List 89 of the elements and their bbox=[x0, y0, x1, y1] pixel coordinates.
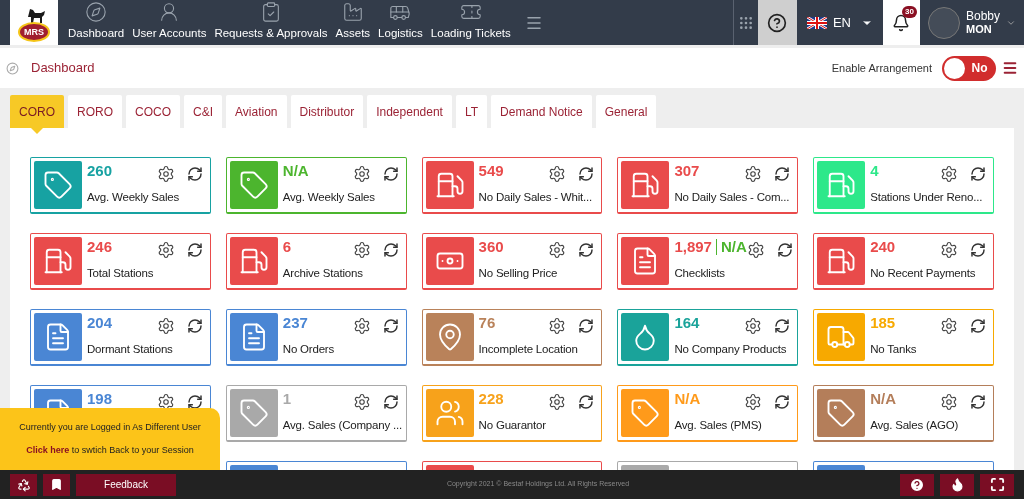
tab[interactable]: LT bbox=[455, 95, 488, 128]
language-selector[interactable]: EN bbox=[796, 0, 883, 45]
stat-label: No Tanks bbox=[870, 341, 918, 357]
stat-label: Archive Stations bbox=[282, 265, 364, 281]
stat-label: No Selling Price bbox=[478, 265, 559, 281]
nav-link[interactable]: Loading Tickets bbox=[426, 0, 515, 45]
stat-card[interactable]: 164 No Company Products bbox=[617, 309, 799, 366]
stat-value: 549 bbox=[478, 161, 504, 181]
stat-value: 198 bbox=[87, 389, 113, 409]
stat-label: Avg. Weekly Sales bbox=[87, 189, 181, 205]
stat-card[interactable]: 228 No Guarantor bbox=[421, 385, 603, 442]
stat-card[interactable]: 1,897 N/A Checklists bbox=[617, 233, 799, 290]
breadcrumb[interactable]: Dashboard bbox=[31, 58, 95, 78]
stat-value: 260 bbox=[87, 161, 113, 181]
stat-label: Checklists bbox=[674, 265, 726, 281]
stat-card[interactable]: 240 No Recent Payments bbox=[813, 233, 994, 290]
stat-extra-value: N/A bbox=[720, 237, 747, 257]
stat-value: N/A bbox=[870, 389, 897, 409]
tab[interactable]: Distributor bbox=[290, 95, 364, 128]
stat-card[interactable]: 307 No Daily Sales - Com... bbox=[617, 157, 799, 214]
nav-link[interactable]: Dashboard bbox=[64, 0, 129, 45]
stat-label: No Guarantor bbox=[478, 417, 547, 433]
stat-value: 204 bbox=[87, 313, 113, 333]
stat-value: 6 bbox=[282, 237, 292, 257]
stat-card[interactable]: 246 Total Stations bbox=[30, 233, 211, 290]
arrangement-label: Enable Arrangement bbox=[831, 60, 932, 76]
tab[interactable]: C&I bbox=[184, 95, 222, 128]
stat-label: Total Stations bbox=[87, 265, 155, 281]
stat-card[interactable]: 1 Avg. Sales (Company ... bbox=[225, 385, 407, 442]
tab[interactable]: Independent bbox=[367, 95, 452, 128]
stat-value: 4 bbox=[870, 161, 879, 181]
stat-card[interactable]: 76 Incomplete Location bbox=[421, 309, 603, 366]
stat-label: Dormant Stations bbox=[87, 341, 174, 357]
nav-link[interactable]: User Accounts bbox=[128, 0, 211, 45]
stat-label: Avg. Sales (Company ... bbox=[282, 417, 403, 433]
stat-card[interactable]: N/A Avg. Sales (PMS) bbox=[617, 385, 799, 442]
notifications-button[interactable]: 30 bbox=[882, 0, 920, 45]
stat-value: 307 bbox=[674, 161, 700, 181]
stat-value: 240 bbox=[870, 237, 896, 257]
stat-value: 185 bbox=[870, 313, 896, 333]
stat-card[interactable]: 549 No Daily Sales - Whit... bbox=[421, 157, 603, 214]
stat-label: No Recent Payments bbox=[870, 265, 977, 281]
stat-card[interactable]: N/A Avg. Weekly Sales bbox=[225, 157, 407, 214]
stat-label: No Daily Sales - Whit... bbox=[478, 189, 594, 205]
stat-value: 164 bbox=[674, 313, 700, 333]
arrangement-toggle[interactable]: No bbox=[942, 55, 996, 81]
stat-card[interactable]: 6 Archive Stations bbox=[225, 233, 407, 290]
stat-value: N/A bbox=[674, 389, 701, 409]
stat-card[interactable]: 360 No Selling Price bbox=[421, 233, 603, 290]
nav-link[interactable]: Requests & Approvals bbox=[210, 0, 332, 45]
stat-value: 1 bbox=[282, 389, 292, 409]
session-notice-text: Click here to swtich Back to your Session bbox=[26, 444, 194, 457]
stat-card[interactable]: 4 Stations Under Reno... bbox=[813, 157, 994, 214]
stat-value: 228 bbox=[478, 389, 504, 409]
stat-label: No Orders bbox=[282, 341, 336, 357]
stat-label: Avg. Sales (AGO) bbox=[870, 417, 960, 433]
tab[interactable]: CORO bbox=[10, 95, 64, 128]
stat-card[interactable]: N/A Avg. Sales (AGO) bbox=[813, 385, 994, 442]
feedback-button[interactable]: Feedback bbox=[76, 473, 176, 496]
notification-count-badge: 30 bbox=[902, 6, 917, 18]
stat-card[interactable]: 185 No Tanks bbox=[813, 309, 994, 366]
nav-link[interactable]: Logistics bbox=[374, 0, 427, 45]
stat-label: Avg. Weekly Sales bbox=[282, 189, 376, 205]
session-notice-message: Currently you are Logged in As Different User bbox=[19, 420, 201, 434]
stat-value: 360 bbox=[478, 237, 504, 257]
stat-value: 246 bbox=[87, 237, 113, 257]
tab[interactable]: RORO bbox=[68, 95, 122, 128]
user-menu[interactable]: Bobby MON bbox=[919, 0, 1024, 45]
stat-card[interactable]: 260 Avg. Weekly Sales bbox=[30, 157, 211, 214]
stat-value: 76 bbox=[478, 313, 496, 333]
stat-value: 1,897 bbox=[674, 237, 712, 257]
nav-link[interactable]: Assets bbox=[331, 0, 375, 45]
stat-card[interactable]: 237 No Orders bbox=[225, 309, 407, 366]
user-organisation: MON bbox=[965, 22, 992, 36]
stat-value: N/A bbox=[282, 161, 309, 181]
stat-label: No Company Products bbox=[674, 341, 788, 357]
tab[interactable]: COCO bbox=[126, 95, 180, 128]
tab[interactable]: Aviation bbox=[226, 95, 287, 128]
logo[interactable]: MRS bbox=[10, 0, 58, 45]
stat-label: Stations Under Reno... bbox=[870, 189, 984, 205]
user-name: Bobby bbox=[965, 9, 1000, 23]
tab[interactable]: Demand Notice bbox=[491, 95, 592, 128]
stat-label: Avg. Sales (PMS) bbox=[674, 417, 763, 433]
stat-label: Incomplete Location bbox=[478, 341, 579, 357]
tab[interactable]: General bbox=[595, 95, 657, 128]
switch-back-link[interactable]: Click here bbox=[26, 445, 70, 455]
stat-label: No Daily Sales - Com... bbox=[674, 189, 791, 205]
stat-value: 237 bbox=[282, 313, 308, 333]
stat-card[interactable]: 204 Dormant Stations bbox=[30, 309, 211, 366]
